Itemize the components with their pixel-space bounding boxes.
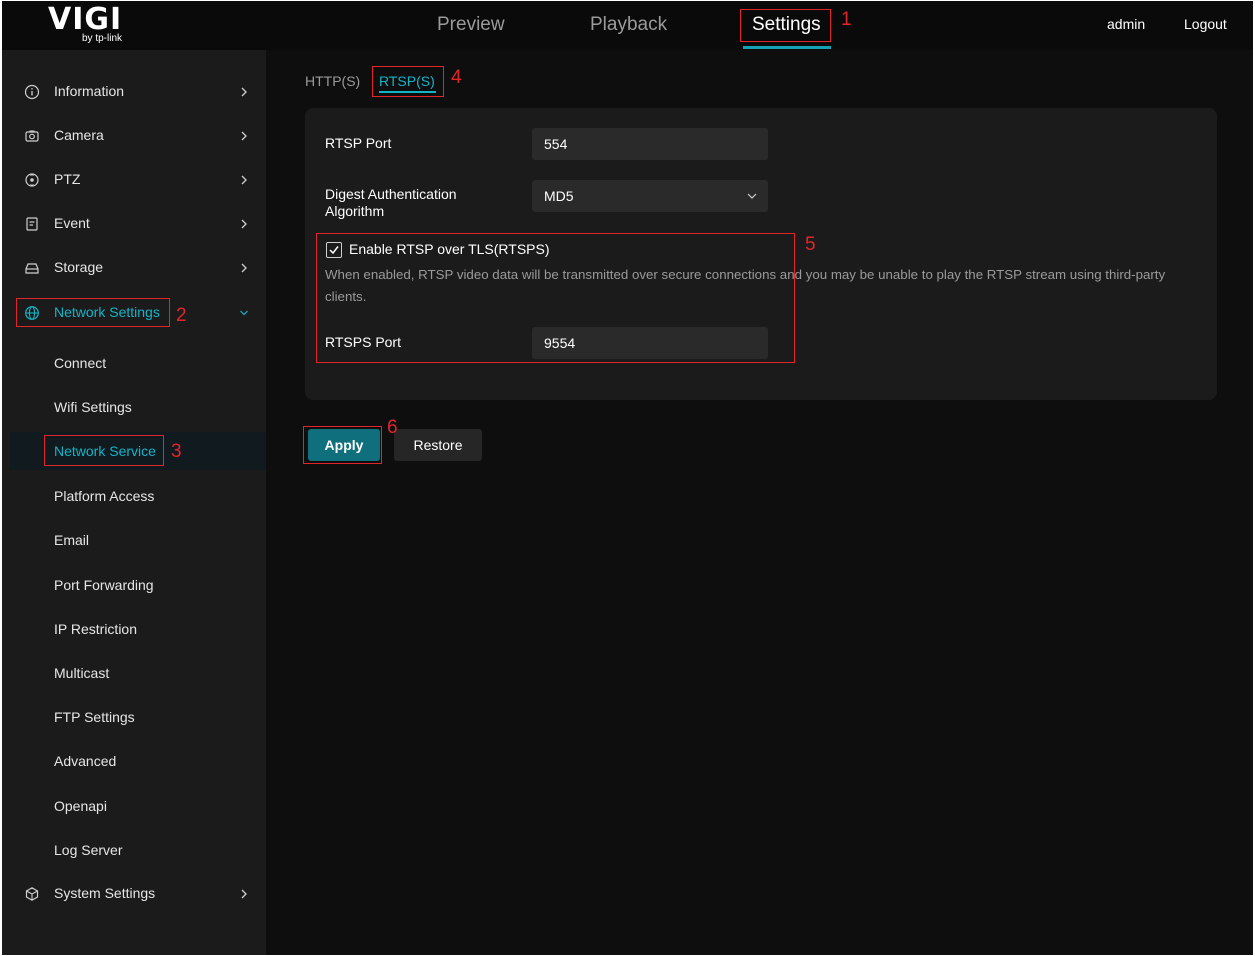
sidebar-subitem-label: Log Server (54, 842, 123, 858)
sidebar-item-system-settings[interactable]: System Settings (2, 874, 266, 914)
logo-subtext: by tp-link (82, 33, 123, 44)
sidebar-item-label: PTZ (54, 171, 81, 187)
annotation-box-4 (372, 66, 444, 97)
sidebar-subitem-label: Advanced (54, 753, 117, 769)
sidebar-item-label: Event (54, 215, 90, 231)
annotation-box-1 (740, 9, 831, 42)
sidebar-item-camera[interactable]: Camera (2, 116, 266, 156)
system-icon (25, 887, 39, 901)
digest-auth-label-line2: Algorithm (325, 203, 385, 219)
rtsp-port-label: RTSP Port (325, 135, 392, 151)
sidebar-item-storage[interactable]: Storage (2, 248, 266, 288)
digest-auth-value: MD5 (544, 188, 574, 204)
rtsp-port-input[interactable] (532, 128, 768, 160)
annotation-number-6: 6 (387, 417, 398, 438)
sidebar-subitem-advanced[interactable]: Advanced (2, 742, 266, 780)
sidebar-subitem-port-forwarding[interactable]: Port Forwarding (2, 566, 266, 604)
sidebar-subitem-log-server[interactable]: Log Server (2, 831, 266, 869)
annotation-box-3 (44, 435, 164, 466)
annotation-number-5: 5 (805, 234, 816, 255)
sidebar-item-event[interactable]: Event (2, 204, 266, 244)
sidebar-item-label: System Settings (54, 885, 156, 901)
sidebar-item-label: Storage (54, 259, 104, 275)
sidebar-subitem-ip-restriction[interactable]: IP Restriction (2, 610, 266, 648)
tab-playback[interactable]: Playback (590, 13, 667, 37)
sidebar-subitem-label: Email (54, 532, 90, 548)
sidebar-subitem-label: Connect (54, 355, 107, 371)
app-window: VIGI by tp-link Preview Playback Setting… (2, 1, 1253, 955)
annotation-number-2: 2 (176, 305, 187, 326)
annotation-number-4: 4 (451, 67, 462, 88)
digest-auth-label-line1: Digest Authentication (325, 186, 457, 202)
annotation-box-2 (16, 298, 170, 327)
sidebar-subitem-label: IP Restriction (54, 621, 137, 637)
sidebar-subitem-multicast[interactable]: Multicast (2, 654, 266, 692)
sidebar-subitem-label: FTP Settings (54, 709, 135, 725)
sidebar-item-label: Camera (54, 127, 104, 143)
active-tab-indicator (743, 46, 831, 49)
sidebar: Information Camera PTZ Event Storage Net… (2, 50, 266, 955)
vigi-logo: VIGI by tp-link (48, 5, 148, 45)
sidebar-subitem-wifi-settings[interactable]: Wifi Settings (2, 388, 266, 426)
tab-preview[interactable]: Preview (437, 13, 505, 37)
restore-button[interactable]: Restore (394, 429, 482, 461)
digest-auth-select[interactable]: MD5 (532, 180, 768, 212)
chevron-right-icon (241, 219, 247, 229)
annotation-number-1: 1 (841, 9, 852, 30)
sidebar-subitem-email[interactable]: Email (2, 521, 266, 559)
sidebar-subitem-label: Wifi Settings (54, 399, 132, 415)
chevron-right-icon (241, 889, 247, 899)
sidebar-subitem-ftp-settings[interactable]: FTP Settings (2, 698, 266, 736)
sidebar-subitem-platform-access[interactable]: Platform Access (2, 477, 266, 515)
subtab-https[interactable]: HTTP(S) (305, 73, 360, 89)
sidebar-subitem-connect[interactable]: Connect (2, 344, 266, 382)
sidebar-item-ptz[interactable]: PTZ (2, 160, 266, 200)
sidebar-subitem-label: Multicast (54, 665, 110, 681)
storage-icon (25, 263, 39, 274)
chevron-down-icon (240, 310, 248, 316)
sidebar-subitem-label: Platform Access (54, 488, 155, 504)
annotation-number-3: 3 (171, 441, 182, 462)
logo-text: VIGI (48, 2, 123, 37)
chevron-right-icon (241, 131, 247, 141)
sidebar-item-label: Information (54, 83, 125, 99)
chevron-down-icon (747, 193, 757, 199)
sidebar-subitem-label: Openapi (54, 798, 107, 814)
sidebar-subitem-label: Port Forwarding (54, 577, 154, 593)
info-icon (24, 84, 40, 100)
chevron-right-icon (241, 87, 247, 97)
event-icon (26, 217, 38, 231)
top-bar: VIGI by tp-link Preview Playback Setting… (2, 1, 1253, 50)
sidebar-subitem-openapi[interactable]: Openapi (2, 787, 266, 825)
camera-icon (25, 130, 39, 142)
ptz-icon (25, 173, 39, 187)
chevron-right-icon (241, 175, 247, 185)
annotation-box-5 (316, 233, 795, 363)
sidebar-item-information[interactable]: Information (2, 72, 266, 112)
chevron-right-icon (241, 263, 247, 273)
user-name[interactable]: admin (1107, 16, 1145, 32)
logout-link[interactable]: Logout (1184, 16, 1227, 32)
annotation-box-6 (303, 426, 382, 464)
